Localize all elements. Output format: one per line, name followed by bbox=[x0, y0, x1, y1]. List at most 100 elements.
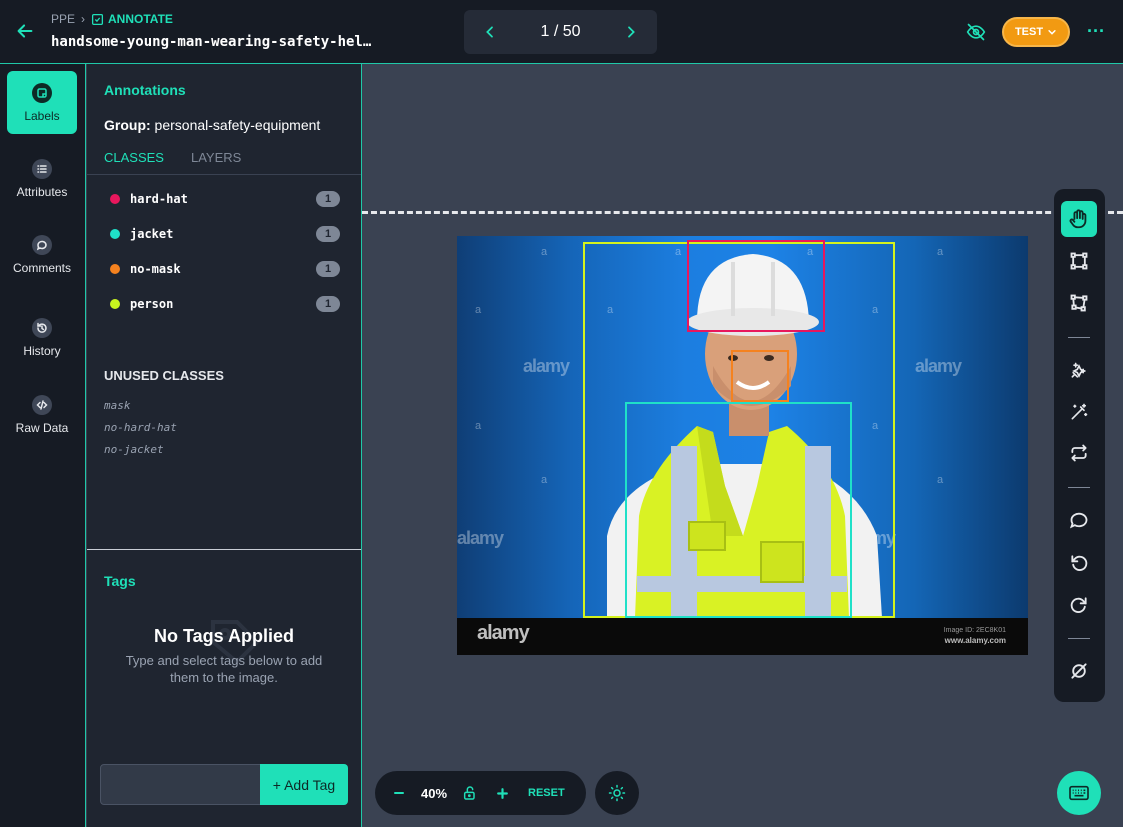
redo-tool[interactable] bbox=[1061, 587, 1097, 623]
rail-item-label: History bbox=[23, 343, 61, 358]
class-name: person bbox=[130, 297, 174, 311]
class-row-hard-hat[interactable]: hard-hat 1 bbox=[104, 188, 340, 210]
toolbar-divider bbox=[1068, 638, 1090, 639]
polygon-icon bbox=[1070, 294, 1088, 312]
class-row-person[interactable]: person 1 bbox=[104, 293, 340, 315]
class-color-dot bbox=[110, 264, 120, 274]
toolbar-divider bbox=[1068, 337, 1090, 338]
tags-title: Tags bbox=[104, 573, 136, 589]
class-name: no-mask bbox=[130, 262, 181, 276]
tab-layers[interactable]: LAYERS bbox=[191, 150, 241, 171]
sun-icon bbox=[608, 784, 626, 802]
image-filename: handsome-young-man-wearing-safety-hel… bbox=[51, 34, 372, 50]
class-color-dot bbox=[110, 299, 120, 309]
rail-item-comments[interactable]: Comments bbox=[7, 223, 77, 286]
add-tag-button[interactable]: + Add Tag bbox=[260, 764, 348, 805]
keyboard-shortcuts-button[interactable] bbox=[1057, 771, 1101, 815]
undo-tool[interactable] bbox=[1061, 545, 1097, 581]
zoom-in-button[interactable] bbox=[496, 787, 509, 800]
test-label: TEST bbox=[1014, 26, 1044, 38]
class-color-dot bbox=[110, 194, 120, 204]
rail-item-label: Raw Data bbox=[15, 420, 69, 435]
back-arrow-icon[interactable] bbox=[14, 20, 36, 42]
class-count-badge: 1 bbox=[316, 296, 340, 312]
rail-item-history[interactable]: History bbox=[7, 306, 77, 369]
class-row-no-mask[interactable]: no-mask 1 bbox=[104, 258, 340, 280]
footer-url: www.alamy.com bbox=[944, 636, 1006, 645]
canvas-guide-line bbox=[362, 211, 1123, 214]
class-row-jacket[interactable]: jacket 1 bbox=[104, 223, 340, 245]
unlock-icon bbox=[463, 786, 475, 800]
pan-tool[interactable] bbox=[1061, 201, 1097, 237]
tool-palette bbox=[1054, 189, 1105, 702]
bbox-jacket[interactable] bbox=[625, 402, 852, 618]
chevron-left-icon[interactable] bbox=[482, 24, 498, 40]
magic-wand-tool[interactable] bbox=[1061, 394, 1097, 430]
brightness-button[interactable] bbox=[595, 771, 639, 815]
annotations-panel: Annotations Group: personal-safety-equip… bbox=[87, 64, 362, 827]
image-pager: 1 / 50 bbox=[464, 10, 657, 54]
image-footer-bar bbox=[457, 618, 1028, 655]
class-count-badge: 1 bbox=[316, 226, 340, 242]
top-bar: PPE › ANNOTATE handsome-young-man-wearin… bbox=[0, 0, 1123, 64]
tab-classes[interactable]: CLASSES bbox=[104, 150, 164, 171]
bbox-no-mask[interactable] bbox=[731, 350, 789, 402]
bbox-hard-hat[interactable] bbox=[687, 240, 825, 332]
rail-item-labels[interactable]: Labels bbox=[7, 71, 77, 134]
rail-item-label: Comments bbox=[12, 260, 71, 275]
history-icon bbox=[32, 317, 52, 338]
repeat-icon bbox=[1071, 444, 1087, 462]
rail-item-attributes[interactable]: Attributes bbox=[7, 147, 77, 210]
rail-item-label: Attributes bbox=[16, 184, 68, 199]
keyboard-icon bbox=[1069, 785, 1089, 801]
lock-button[interactable] bbox=[462, 785, 478, 801]
magic-wand-icon bbox=[1071, 403, 1088, 420]
comment-tool[interactable] bbox=[1061, 502, 1097, 538]
clear-tool[interactable] bbox=[1061, 653, 1097, 689]
bounding-box-tool[interactable] bbox=[1061, 243, 1097, 279]
no-tags-subtitle: Type and select tags below to add them t… bbox=[125, 653, 323, 685]
zoom-level: 40% bbox=[421, 785, 448, 801]
redo-icon bbox=[1070, 597, 1087, 613]
bounding-box-icon bbox=[1070, 252, 1088, 270]
annotated-image[interactable]: a a a a a a a alamy alamy a a a a alamy … bbox=[457, 236, 1028, 655]
rail-item-label: Labels bbox=[24, 108, 60, 123]
group-value: personal-safety-equipment bbox=[154, 117, 321, 133]
chevron-right-icon[interactable] bbox=[623, 24, 639, 40]
null-icon bbox=[1071, 663, 1087, 679]
chevron-right-icon: › bbox=[81, 12, 86, 26]
panel-divider bbox=[87, 549, 361, 550]
list-icon bbox=[32, 158, 52, 179]
smart-select-tool[interactable] bbox=[1061, 353, 1097, 389]
left-rail: Labels Attributes Comments History Raw D… bbox=[0, 64, 86, 827]
polygon-tool[interactable] bbox=[1061, 285, 1097, 321]
comment-icon bbox=[1069, 512, 1088, 529]
panel-title: Annotations bbox=[104, 82, 186, 98]
reset-zoom-button[interactable]: RESET bbox=[528, 787, 565, 799]
unused-class-item[interactable]: no-hard-hat bbox=[104, 421, 177, 434]
rail-item-raw-data[interactable]: Raw Data bbox=[7, 383, 77, 446]
zoom-out-button[interactable] bbox=[392, 787, 406, 799]
test-dropdown-button[interactable]: TEST bbox=[1002, 17, 1070, 47]
breadcrumb-current-label: ANNOTATE bbox=[108, 12, 173, 26]
footer-image-id: Image ID: 2EC8K01 bbox=[943, 627, 1006, 634]
breadcrumb: PPE › ANNOTATE bbox=[51, 12, 173, 26]
page-counter: 1 / 50 bbox=[540, 23, 581, 40]
eye-off-icon[interactable] bbox=[966, 22, 986, 42]
hand-icon bbox=[1069, 209, 1087, 229]
tag-input[interactable] bbox=[100, 764, 261, 805]
more-options-icon[interactable]: ··· bbox=[1086, 20, 1106, 42]
breadcrumb-root[interactable]: PPE bbox=[51, 12, 75, 26]
sparkle-select-icon bbox=[1071, 362, 1086, 378]
label-icon bbox=[32, 82, 52, 103]
footer-credit: Image ID: 2EC8K01 www.alamy.com bbox=[944, 626, 1006, 646]
chevron-down-icon bbox=[1048, 30, 1056, 35]
unused-class-item[interactable]: no-jacket bbox=[104, 443, 164, 456]
toolbar-divider bbox=[1068, 487, 1090, 488]
repeat-tool[interactable] bbox=[1061, 435, 1097, 471]
zoom-controls: 40% RESET bbox=[375, 771, 586, 815]
class-name: jacket bbox=[130, 227, 174, 241]
no-tags-title: No Tags Applied bbox=[153, 626, 294, 646]
unused-class-item[interactable]: mask bbox=[104, 399, 131, 412]
class-color-dot bbox=[110, 229, 120, 239]
